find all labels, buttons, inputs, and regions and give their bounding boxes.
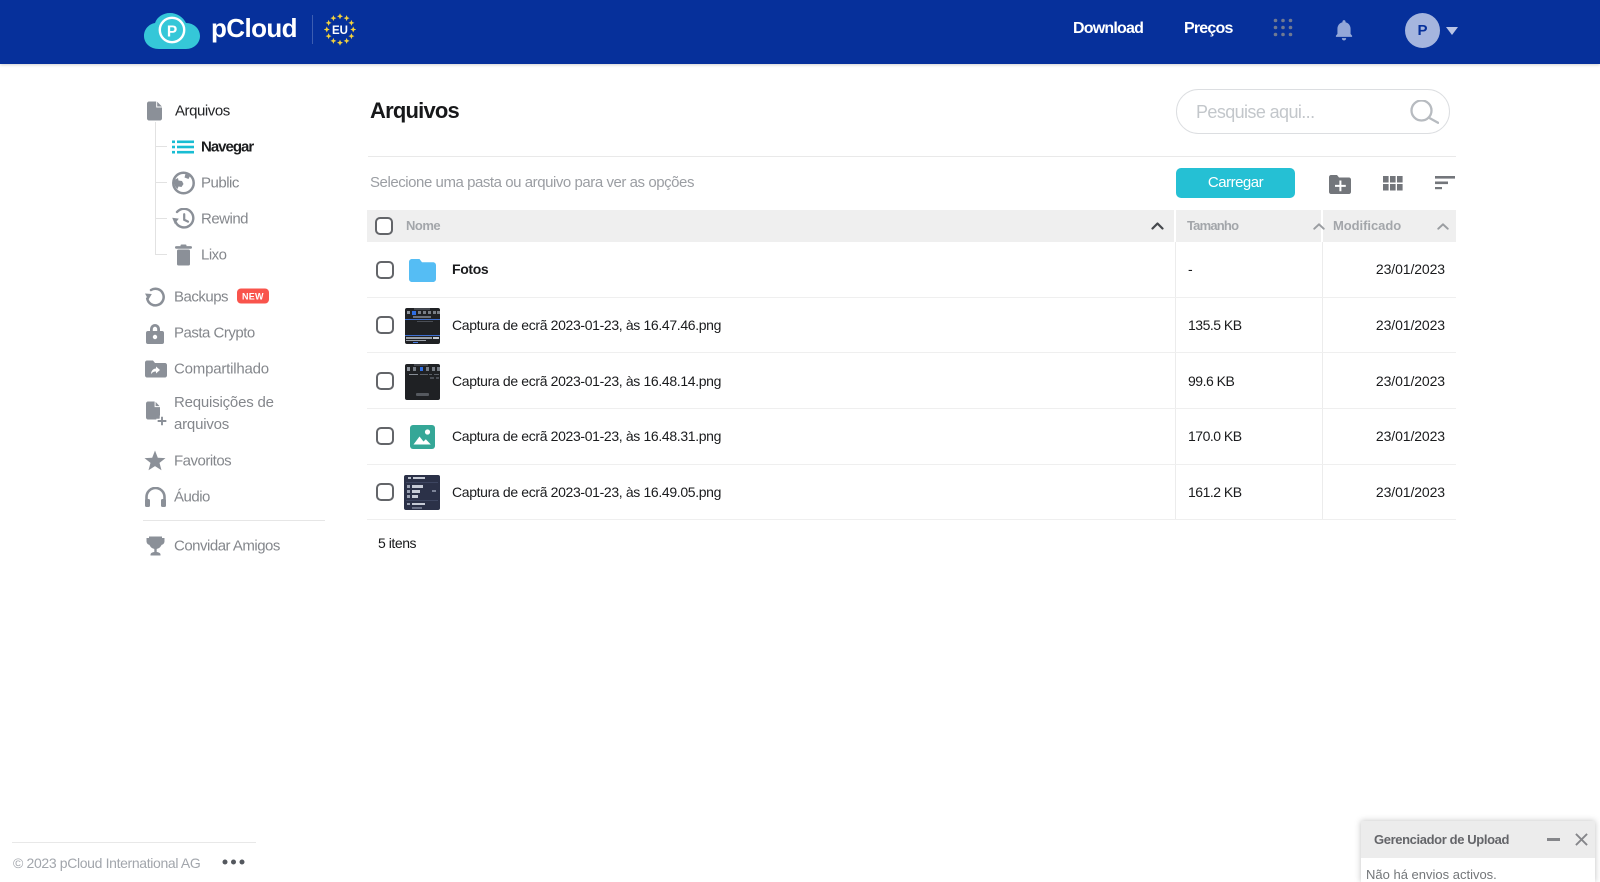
svg-text:P: P (167, 24, 177, 41)
svg-text:EU: EU (332, 25, 348, 37)
